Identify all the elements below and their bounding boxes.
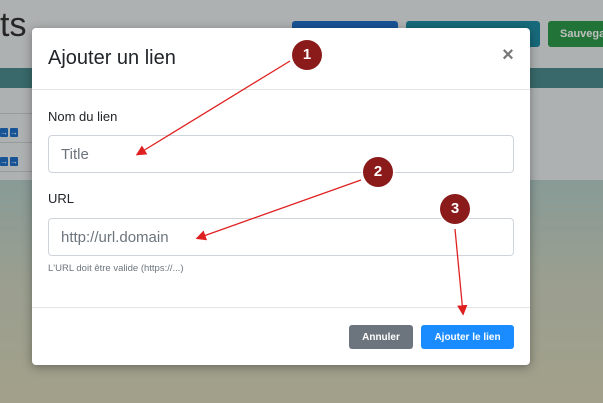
annotation-badge-3: 3 [440,194,470,224]
close-button[interactable]: × [498,44,518,66]
link-name-input[interactable] [48,135,514,173]
url-input[interactable] [48,218,514,256]
url-label: URL [48,191,75,206]
modal-title: Ajouter un lien [48,47,176,69]
add-link-button[interactable]: Ajouter le lien [421,325,514,349]
link-name-label: Nom du lien [48,109,118,124]
annotation-badge-1: 1 [292,40,322,70]
modal-header: Ajouter un lien × [32,28,530,90]
url-help-text: L'URL doit être valide (https://...) [48,263,184,274]
cancel-button[interactable]: Annuler [349,325,413,349]
screenshot-stage: ts Sauvega → → → → Ajouter un lien × Nom d… [0,0,603,403]
annotation-badge-2: 2 [363,157,393,187]
modal-footer: Annuler Ajouter le lien [32,307,530,365]
